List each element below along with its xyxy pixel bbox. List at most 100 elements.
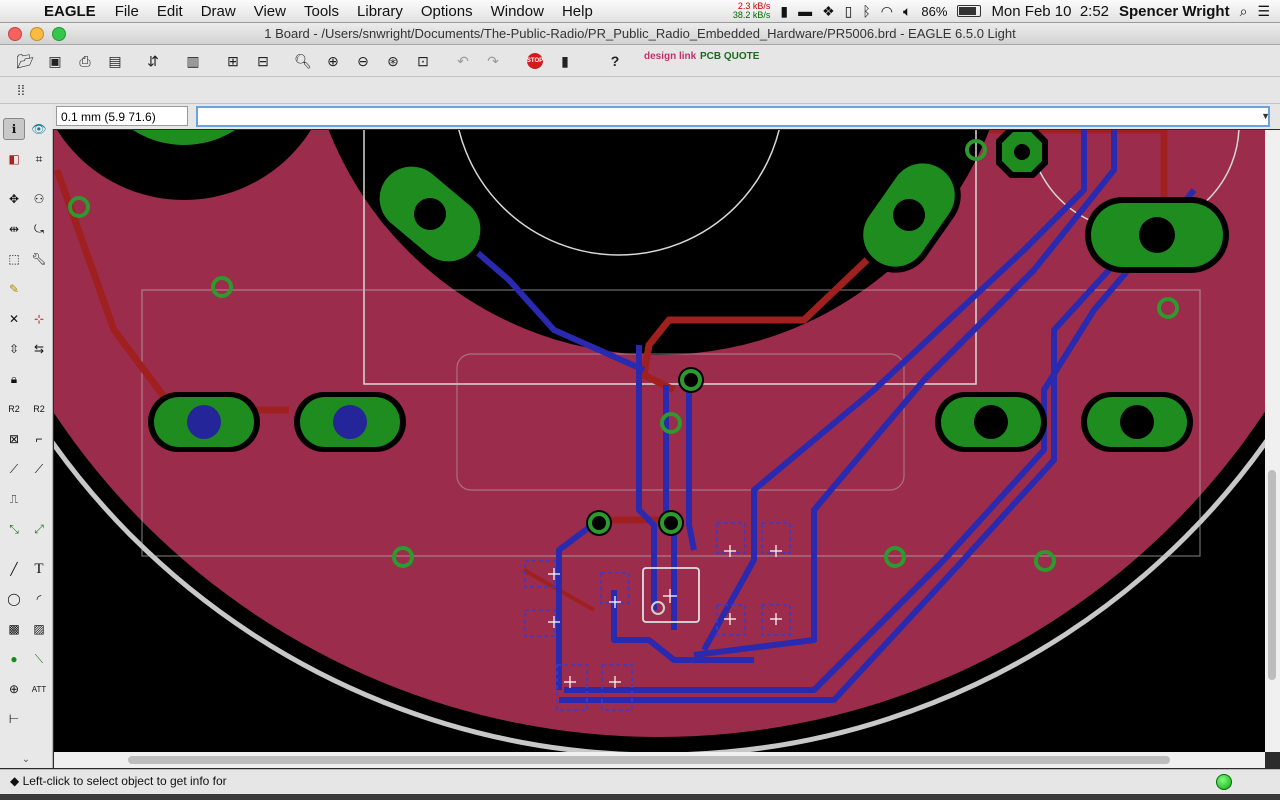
polygon-tool-icon[interactable]: ▨: [28, 618, 50, 640]
menu-library[interactable]: Library: [348, 3, 412, 20]
command-line-input[interactable]: [196, 106, 1270, 127]
rect-tool-icon[interactable]: ▩: [3, 618, 25, 640]
battery-pad-2[interactable]: [294, 392, 406, 452]
clock[interactable]: Mon Feb 10 2:52: [991, 3, 1109, 20]
command-history-dropdown-icon[interactable]: ▼: [1261, 111, 1270, 121]
pinswap-tool-icon[interactable]: ⇆: [28, 338, 50, 360]
spotlight-search-icon[interactable]: ⌕: [1240, 3, 1248, 20]
circle-tool-icon[interactable]: ◯: [3, 588, 25, 610]
board-drawing[interactable]: [54, 130, 1265, 752]
minus-icon[interactable]: ▬: [798, 3, 812, 19]
cam-processor-icon[interactable]: ▤: [104, 50, 126, 72]
mark-tool-icon[interactable]: ⌗: [28, 148, 50, 170]
octagon-pad[interactable]: [996, 130, 1048, 178]
expand-toolbox-icon[interactable]: ⌄: [15, 748, 37, 770]
move-tool-icon[interactable]: ✥: [3, 188, 25, 210]
window-title: 1 Board - /Users/snwright/Documents/The-…: [264, 26, 1016, 41]
bluetooth-icon[interactable]: ᛒ: [862, 3, 870, 19]
horizontal-scrollbar[interactable]: [54, 752, 1265, 768]
evernote-icon[interactable]: ▯: [845, 3, 853, 20]
via-tool-icon[interactable]: ●: [3, 648, 25, 670]
menu-file[interactable]: File: [106, 3, 148, 20]
save-icon[interactable]: ▣: [44, 50, 66, 72]
lock-tool-icon[interactable]: 🔒︎: [3, 368, 25, 390]
miter-tool-icon[interactable]: ⌐: [28, 428, 50, 450]
menu-options[interactable]: Options: [412, 3, 482, 20]
menu-tools[interactable]: Tools: [295, 3, 348, 20]
print-icon[interactable]: ⎙: [74, 50, 96, 72]
ripup-tool-icon[interactable]: ⤢: [28, 518, 50, 540]
vertical-scroll-thumb[interactable]: [1268, 470, 1276, 680]
dimension-tool-icon[interactable]: ⊢: [3, 708, 25, 730]
pcb-quote-button[interactable]: PCB QUOTE: [700, 51, 759, 62]
zoom-out-icon[interactable]: ⊖: [352, 50, 374, 72]
open-file-icon[interactable]: 📂︎: [14, 50, 36, 72]
zoom-select-icon[interactable]: ⊡: [412, 50, 434, 72]
wifi-icon[interactable]: ◠: [881, 3, 893, 20]
optimize-tool-icon[interactable]: ⟋: [28, 458, 50, 480]
value-tool-icon[interactable]: R2: [28, 398, 50, 420]
connector-pad-1[interactable]: [935, 392, 1047, 452]
replace-tool-icon[interactable]: ⇳: [3, 338, 25, 360]
tool-palette: ℹ 👁︎ ◧ ⌗ ✥ ⚇ ⇹ ⤿ ⬚ 🔧︎ ✎ ✕ ⊹ ⇳ ⇆ 🔒︎ R2 R2…: [0, 104, 53, 768]
change-tool-icon[interactable]: 🔧︎: [28, 248, 50, 270]
vertical-scrollbar[interactable]: [1265, 130, 1280, 752]
rotate-tool-icon[interactable]: ⤿: [28, 218, 50, 240]
menu-edit[interactable]: Edit: [148, 3, 192, 20]
status-arrow-icon: ◆: [10, 774, 20, 788]
notification-center-icon[interactable]: ☰: [1257, 3, 1270, 20]
switch-pad[interactable]: [1085, 197, 1229, 273]
design-link-button[interactable]: design link: [644, 51, 696, 62]
desktop-background: [0, 794, 1280, 800]
battery-pad-1[interactable]: [148, 392, 260, 452]
menu-bar: EAGLE File Edit Draw View Tools Library …: [0, 0, 1280, 23]
user-name[interactable]: Spencer Wright: [1119, 3, 1230, 20]
zoom-in-icon[interactable]: ⊕: [322, 50, 344, 72]
menu-view[interactable]: View: [245, 3, 295, 20]
horizontal-scroll-thumb[interactable]: [128, 756, 1170, 764]
stop-icon[interactable]: STOP: [524, 50, 546, 72]
menu-window[interactable]: Window: [482, 3, 553, 20]
board-canvas[interactable]: [54, 130, 1265, 752]
help-icon[interactable]: ?: [604, 50, 626, 72]
menu-draw[interactable]: Draw: [192, 3, 245, 20]
grid-icon[interactable]: ⁞⁞: [10, 79, 32, 101]
add-part-icon[interactable]: ⊹: [28, 308, 50, 330]
switch-to-schematic-icon[interactable]: ⇵: [142, 50, 164, 72]
info-tool-icon[interactable]: ℹ: [3, 118, 25, 140]
battery-icon[interactable]: [957, 5, 982, 17]
mirror-tool-icon[interactable]: ⇹: [3, 218, 25, 240]
paste-tool-icon[interactable]: ✎: [3, 278, 25, 300]
connector-pad-2[interactable]: [1081, 392, 1193, 452]
app-menu[interactable]: EAGLE: [40, 3, 106, 20]
route-tool-icon[interactable]: ⤡: [3, 518, 25, 540]
delete-tool-icon[interactable]: ✕: [3, 308, 25, 330]
text-tool-icon[interactable]: T: [28, 558, 50, 580]
arc-tool-icon[interactable]: ◜: [28, 588, 50, 610]
wire-tool-icon[interactable]: ╱: [3, 558, 25, 580]
display-layers-icon[interactable]: ◧: [3, 148, 25, 170]
copy-tool-icon[interactable]: ⚇: [28, 188, 50, 210]
undo-icon[interactable]: ↶: [452, 50, 474, 72]
script-icon[interactable]: ⊞: [222, 50, 244, 72]
signal-tool-icon[interactable]: ⟍: [28, 648, 50, 670]
dropbox-icon[interactable]: ❖: [822, 3, 835, 20]
hole-tool-icon[interactable]: ⊕: [3, 678, 25, 700]
smash-tool-icon[interactable]: ⊠: [3, 428, 25, 450]
redo-icon[interactable]: ↷: [482, 50, 504, 72]
show-tool-icon[interactable]: 👁︎: [28, 118, 50, 140]
menu-help[interactable]: Help: [553, 3, 602, 20]
name-tool-icon[interactable]: R2: [3, 398, 25, 420]
meander-tool-icon[interactable]: ⎍: [3, 488, 25, 510]
ulp-icon[interactable]: ⊟: [252, 50, 274, 72]
battery-percent[interactable]: 86%: [921, 4, 947, 19]
split-tool-icon[interactable]: ⟋: [3, 458, 25, 480]
go-icon[interactable]: ▮: [554, 50, 576, 72]
group-tool-icon[interactable]: ⬚: [3, 248, 25, 270]
zoom-fit-icon[interactable]: 🔍︎: [292, 50, 314, 72]
redraw-icon[interactable]: ⊛: [382, 50, 404, 72]
volume-icon[interactable]: 🔈︎: [903, 3, 911, 20]
run-ulp-icon[interactable]: ▥: [182, 50, 204, 72]
attribute-tool-icon[interactable]: ATT: [28, 678, 50, 700]
battery-level-icon[interactable]: ▮: [780, 3, 788, 20]
